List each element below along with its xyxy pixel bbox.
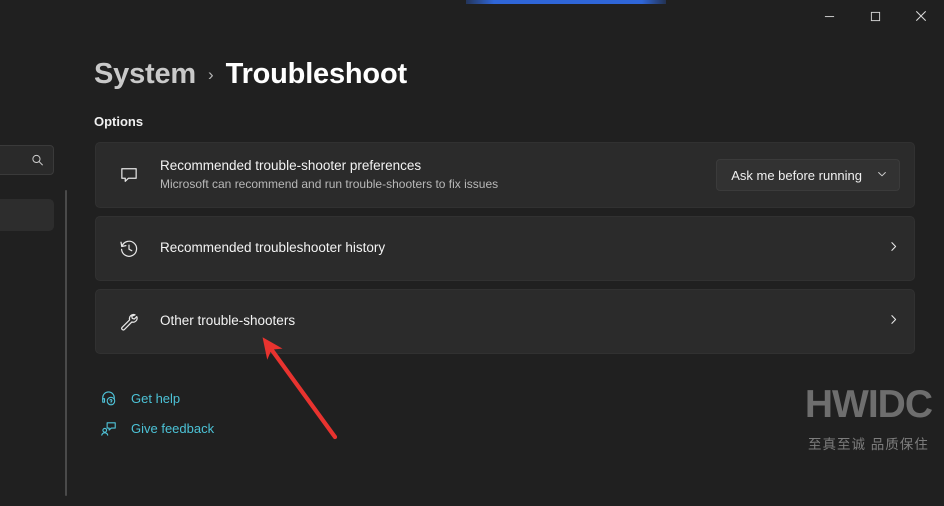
get-help-label: Get help xyxy=(131,390,181,406)
sidebar-scrollbar[interactable] xyxy=(65,190,67,496)
card-subtitle: Microsoft can recommend and run trouble-… xyxy=(160,177,499,192)
recommendation-mode-dropdown[interactable]: Ask me before running xyxy=(716,159,900,191)
card-troubleshooter-history[interactable]: Recommended troubleshooter history xyxy=(95,216,915,281)
breadcrumb-parent[interactable]: System xyxy=(94,58,196,91)
settings-window: System › Troubleshoot Options Recommende… xyxy=(0,0,944,506)
footer-links: Get help Give feedback xyxy=(98,383,214,443)
dropdown-value: Ask me before running xyxy=(731,167,862,183)
main-content: System › Troubleshoot Options Recommende… xyxy=(94,0,944,506)
card-text: Recommended trouble-shooter preferences … xyxy=(160,157,716,193)
card-title: Other trouble-shooters xyxy=(160,313,296,329)
search-input[interactable] xyxy=(0,145,54,175)
options-list: Recommended trouble-shooter preferences … xyxy=(95,142,915,362)
chevron-down-icon xyxy=(876,168,888,183)
give-feedback-icon xyxy=(98,418,118,438)
sidebar-item-selected[interactable] xyxy=(0,199,54,231)
watermark-tagline: 至真至诚 品质保住 xyxy=(808,437,929,452)
feedback-bubble-icon xyxy=(112,158,146,192)
watermark-logo: HWIDC xyxy=(804,383,933,426)
search-icon xyxy=(31,154,44,167)
get-help-icon xyxy=(98,388,118,408)
card-recommended-preferences[interactable]: Recommended trouble-shooter preferences … xyxy=(95,142,915,208)
chevron-right-icon: › xyxy=(207,65,214,84)
card-other-troubleshooters[interactable]: Other trouble-shooters xyxy=(95,289,915,354)
give-feedback-link[interactable]: Give feedback xyxy=(98,413,214,443)
card-title: Recommended trouble-shooter preferences xyxy=(160,157,422,173)
history-clock-icon xyxy=(112,232,146,266)
card-title: Recommended troubleshooter history xyxy=(160,240,386,256)
sidebar xyxy=(0,0,67,506)
chevron-right-icon[interactable] xyxy=(887,313,900,331)
wrench-icon xyxy=(112,305,146,339)
card-text: Recommended troubleshooter history xyxy=(160,239,877,257)
get-help-link[interactable]: Get help xyxy=(98,383,214,413)
breadcrumb: System › Troubleshoot xyxy=(94,58,407,91)
card-text: Other trouble-shooters xyxy=(160,312,877,330)
chevron-right-icon[interactable] xyxy=(887,240,900,258)
give-feedback-label: Give feedback xyxy=(131,420,215,436)
watermark: HWIDC 至真至诚 品质保住 xyxy=(804,383,933,453)
page-title: Troubleshoot xyxy=(225,58,407,90)
section-label: Options xyxy=(94,114,144,129)
